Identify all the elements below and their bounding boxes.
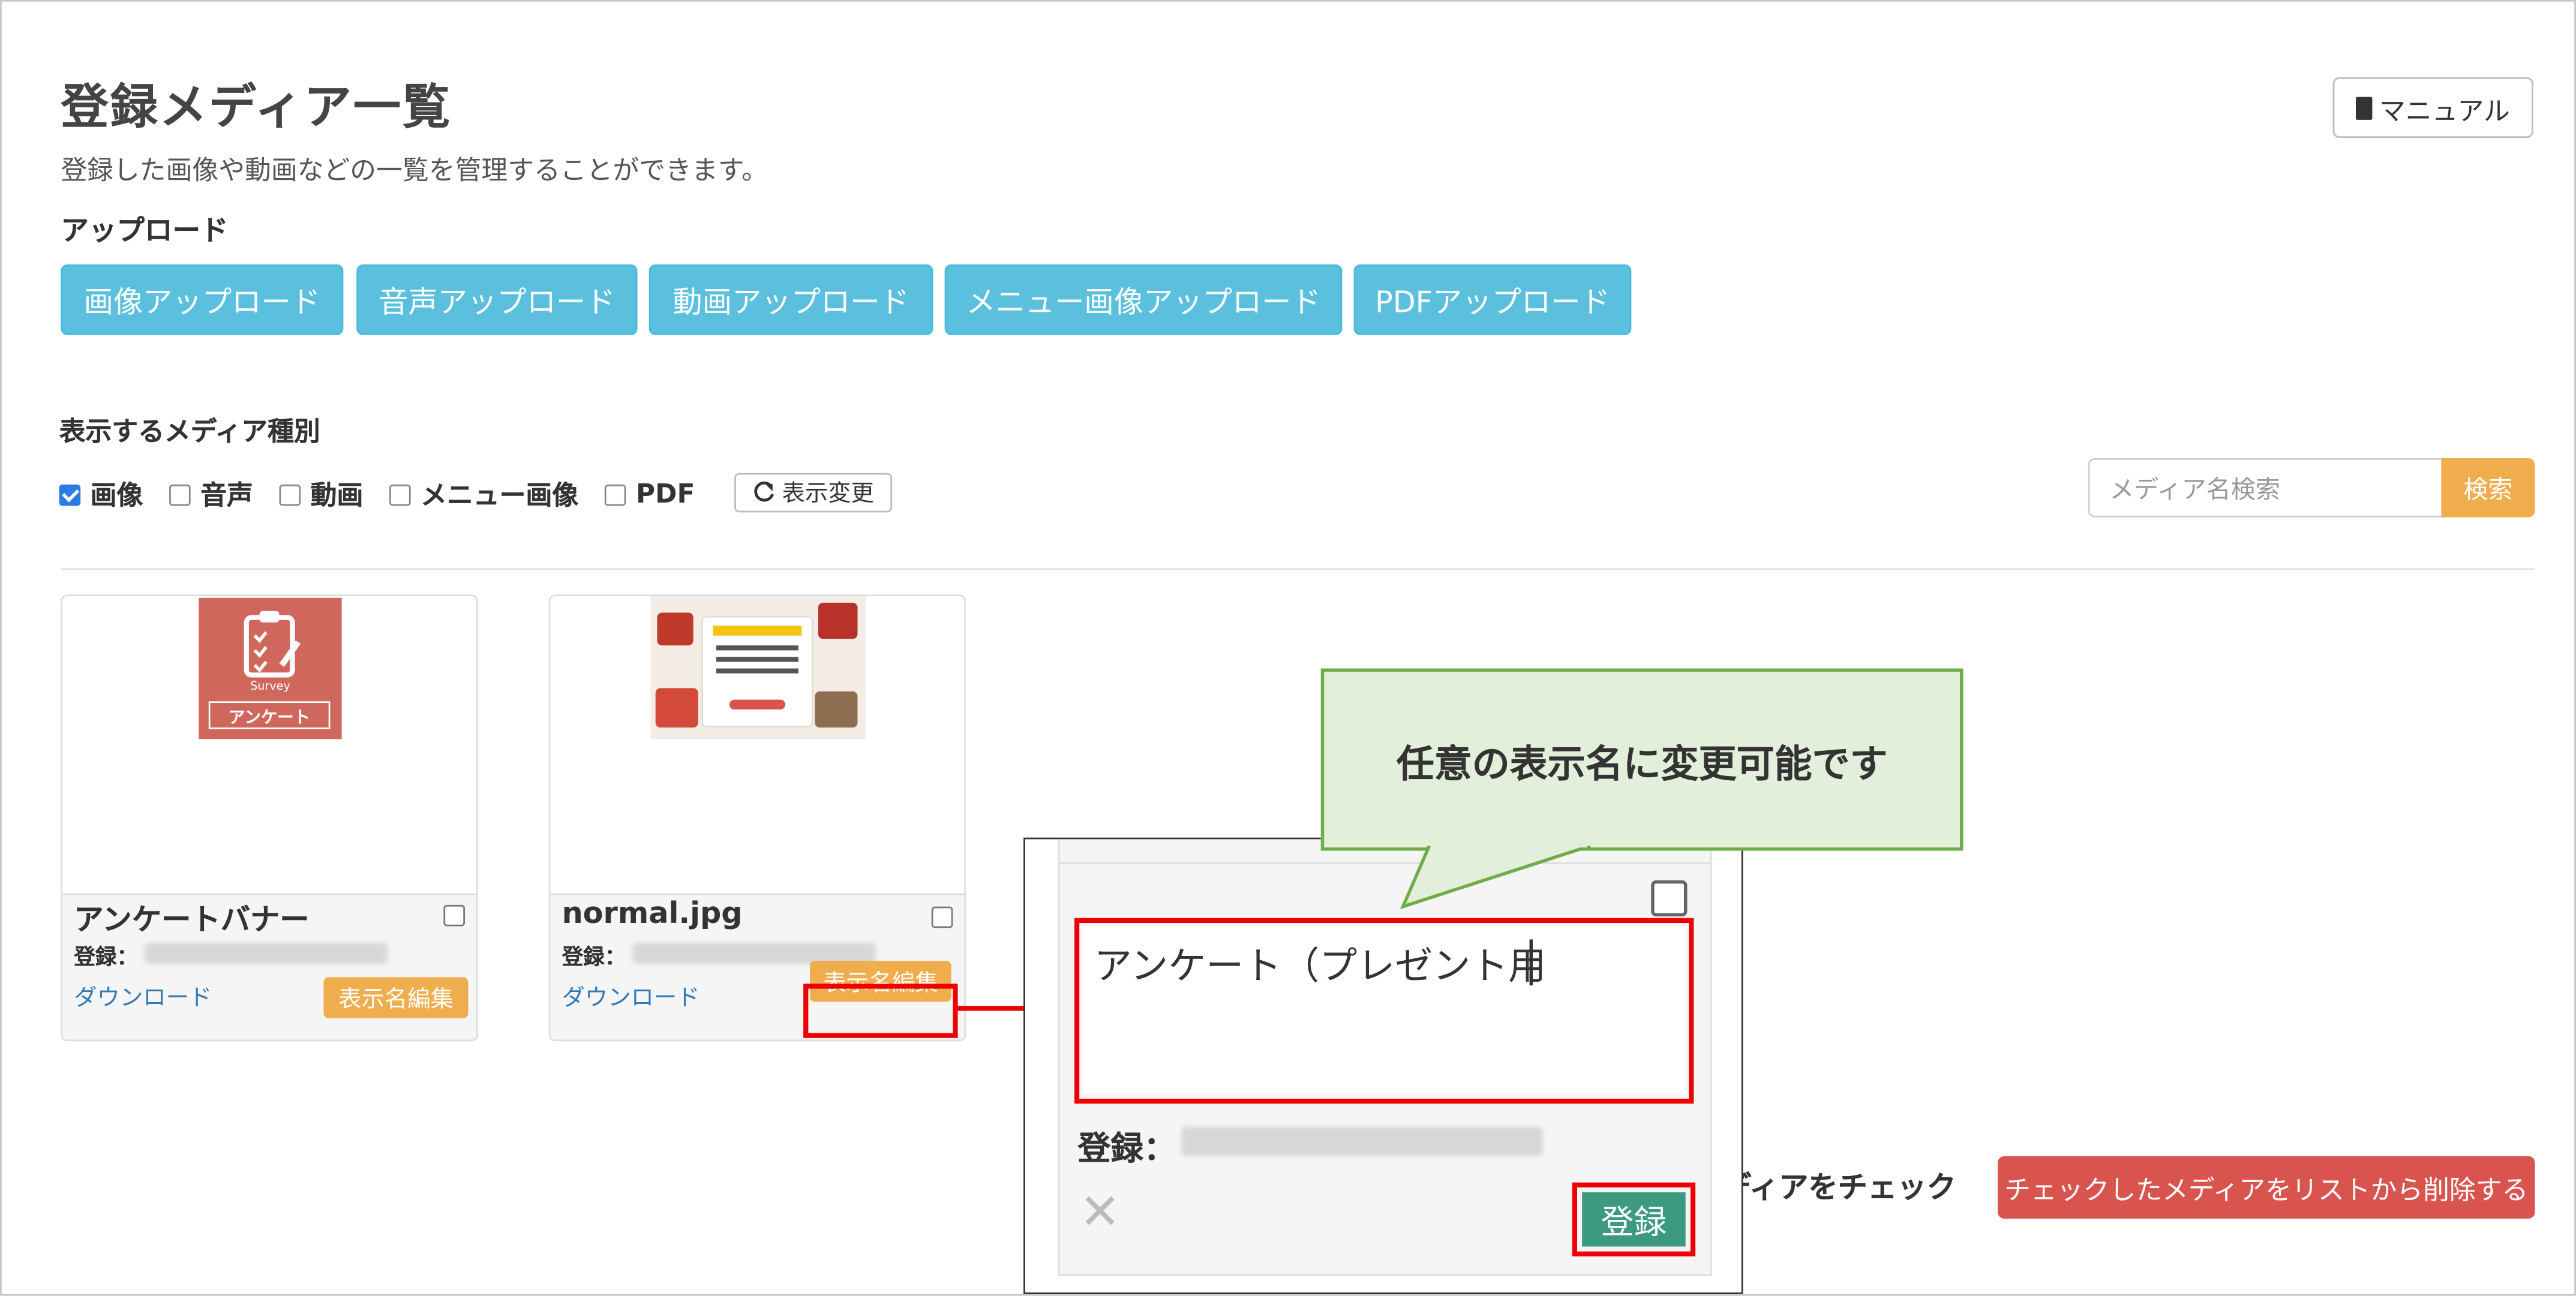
refresh-icon (754, 481, 774, 502)
filter-pdf-label: PDF (635, 477, 695, 509)
textarea-highlight (1074, 918, 1694, 1104)
callout-tail (1400, 846, 1591, 910)
media-card: normal.jpg 登録： ダウンロード 表示名編集 (548, 594, 966, 1042)
survey-thumbnail: Survey アンケート (199, 597, 342, 739)
page-title: 登録メディア一覧 (61, 79, 452, 135)
manual-button[interactable]: マニュアル (2332, 77, 2533, 139)
registered-date-redacted (144, 942, 388, 964)
popup-divider (1058, 862, 1712, 864)
edit-name-popup: アンケート（プレゼント用 登録： ✕ 登録 (1023, 837, 1743, 1294)
filter-audio-label: 音声 (200, 479, 253, 511)
filter-pdf[interactable]: PDF (604, 477, 695, 509)
registered-label: 登録： (74, 946, 139, 971)
campaign-thumbnail (650, 596, 866, 739)
registered-label: 登録： (562, 946, 626, 971)
menu-image-upload-button[interactable]: メニュー画像アップロード (944, 264, 1343, 335)
filter-video[interactable]: 動画 (279, 473, 364, 513)
image-upload-button[interactable]: 画像アップロード (61, 264, 344, 335)
media-type-filters: 画像 音声 動画 メニュー画像 PDF 表示変更 (59, 473, 893, 513)
filter-video-label: 動画 (310, 479, 364, 511)
download-link[interactable]: ダウンロード (74, 981, 212, 1014)
book-icon (2356, 96, 2373, 119)
divider (61, 568, 2535, 570)
edit-button-highlight (803, 984, 958, 1038)
filter-image-checkbox[interactable] (59, 483, 81, 506)
filter-image[interactable]: 画像 (59, 473, 143, 513)
search-button[interactable]: 検索 (2441, 458, 2535, 518)
thumb-sub-label: Survey (250, 679, 290, 693)
page-description: 登録した画像や動画などの一覧を管理することができます。 (61, 154, 768, 186)
edit-name-button[interactable]: 表示名編集 (323, 977, 469, 1018)
pdf-upload-button[interactable]: PDFアップロード (1353, 264, 1632, 335)
submit-button[interactable]: 登録 (1582, 1192, 1686, 1247)
filter-image-label: 画像 (90, 479, 143, 511)
filter-video-checkbox[interactable] (279, 483, 301, 506)
close-icon[interactable]: ✕ (1079, 1184, 1121, 1241)
filter-menu-image-checkbox[interactable] (389, 483, 411, 506)
card-select-checkbox[interactable] (931, 906, 953, 928)
video-upload-button[interactable]: 動画アップロード (648, 264, 933, 335)
filter-menu-image[interactable]: メニュー画像 (389, 473, 578, 513)
media-card: Survey アンケート アンケートバナー 登録： ダウンロード 表示名編集 (61, 594, 478, 1042)
audio-upload-button[interactable]: 音声アップロード (356, 264, 638, 335)
filter-menu-image-label: メニュー画像 (421, 479, 579, 511)
popup-registered-label: 登録： (1077, 1128, 1176, 1168)
download-link[interactable]: ダウンロード (562, 981, 700, 1014)
media-search-input[interactable]: メディア名検索 (2088, 458, 2443, 518)
card-footer: アンケートバナー 登録： ダウンロード 表示名編集 (62, 893, 477, 1040)
manual-button-label: マニュアル (2379, 94, 2510, 126)
upload-heading: アップロード (61, 215, 229, 248)
card-name: アンケートバナー (74, 903, 310, 938)
popup-select-checkbox[interactable] (1651, 880, 1688, 917)
clipboard-icon (244, 611, 301, 678)
apply-filter-label: 表示変更 (782, 481, 874, 508)
submit-highlight: 登録 (1572, 1182, 1696, 1256)
card-select-checkbox[interactable] (443, 904, 465, 927)
thumb-label: アンケート (208, 701, 331, 729)
filter-pdf-checkbox[interactable] (604, 483, 626, 506)
delete-selected-button[interactable]: チェックしたメディアをリストから削除する (1998, 1156, 2535, 1219)
popup-registered-date-redacted (1181, 1126, 1543, 1156)
filter-audio[interactable]: 音声 (169, 473, 253, 513)
callout-bubble: 任意の表示名に変更可能です (1320, 668, 1963, 851)
media-type-heading: 表示するメディア種別 (59, 415, 320, 447)
apply-filter-button[interactable]: 表示変更 (734, 473, 893, 513)
card-name: normal.jpg (562, 897, 743, 931)
filter-audio-checkbox[interactable] (169, 483, 191, 506)
